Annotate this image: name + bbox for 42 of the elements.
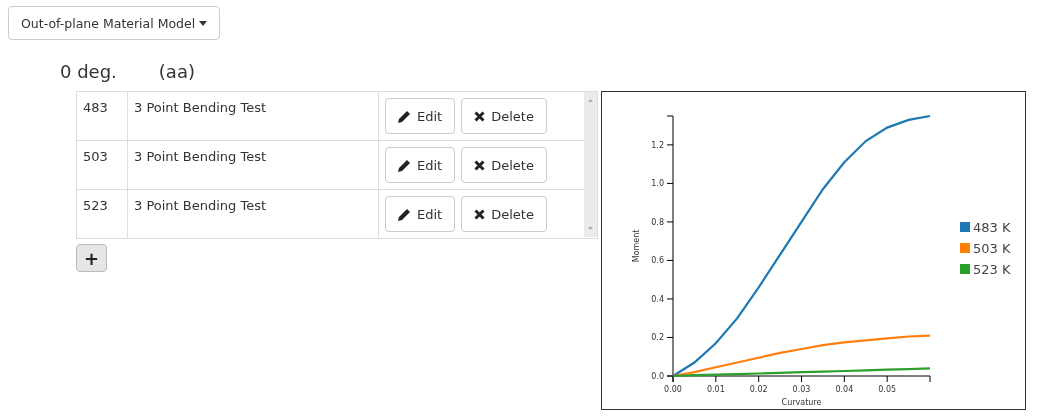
temperature-cell: 523 bbox=[77, 190, 128, 238]
close-icon bbox=[474, 208, 486, 220]
x-tick-label: 0.05 bbox=[878, 385, 897, 394]
y-axis-label: Moment bbox=[632, 229, 641, 263]
y-tick-label: 0.0 bbox=[651, 372, 664, 381]
y-tick-label: 0.8 bbox=[651, 217, 664, 227]
legend-label: 483 K bbox=[973, 220, 1011, 235]
test-name-cell: 3 Point Bending Test bbox=[128, 190, 379, 238]
pencil-icon bbox=[398, 207, 411, 221]
material-model-dropdown[interactable]: Out-of-plane Material Model bbox=[8, 6, 221, 40]
close-icon bbox=[474, 159, 486, 171]
pencil-icon bbox=[398, 109, 411, 123]
test-name-cell: 3 Point Bending Test bbox=[128, 92, 379, 140]
y-tick-label: 1.0 bbox=[651, 179, 664, 189]
x-tick-label: 0.02 bbox=[749, 385, 768, 394]
x-tick-label: 0.04 bbox=[835, 385, 854, 394]
x-tick-label: 0.01 bbox=[706, 385, 725, 394]
delete-button[interactable]: Delete bbox=[461, 147, 547, 183]
caret-icon bbox=[199, 20, 208, 26]
edit-button[interactable]: Edit bbox=[385, 147, 456, 183]
y-tick-label: 1.2 bbox=[651, 140, 664, 150]
legend-label: 503 K bbox=[973, 241, 1011, 256]
angle-heading: 0 deg. bbox=[60, 60, 117, 82]
edit-button[interactable]: Edit bbox=[385, 196, 456, 232]
y-tick-label: 0.2 bbox=[651, 333, 664, 343]
code-heading: (aa) bbox=[158, 60, 195, 82]
x-tick-label: 0.00 bbox=[664, 385, 682, 394]
add-button[interactable]: + bbox=[76, 244, 107, 272]
y-tick-label: 0.6 bbox=[651, 256, 664, 266]
delete-button[interactable]: Delete bbox=[461, 196, 547, 232]
legend-label: 523 K bbox=[973, 262, 1011, 277]
x-tick-label: 0.03 bbox=[792, 385, 811, 394]
y-tick-label: 0.4 bbox=[651, 294, 664, 304]
pencil-icon bbox=[398, 158, 411, 172]
x-axis-label: Curvature bbox=[781, 398, 822, 407]
temperature-cell: 503 bbox=[77, 141, 128, 189]
temperature-cell: 483 bbox=[77, 92, 128, 140]
scrollbar[interactable] bbox=[584, 92, 597, 237]
edit-button[interactable]: Edit bbox=[385, 98, 456, 134]
test-name-cell: 3 Point Bending Test bbox=[128, 141, 379, 189]
delete-button[interactable]: Delete bbox=[461, 98, 547, 134]
close-icon bbox=[474, 110, 486, 122]
